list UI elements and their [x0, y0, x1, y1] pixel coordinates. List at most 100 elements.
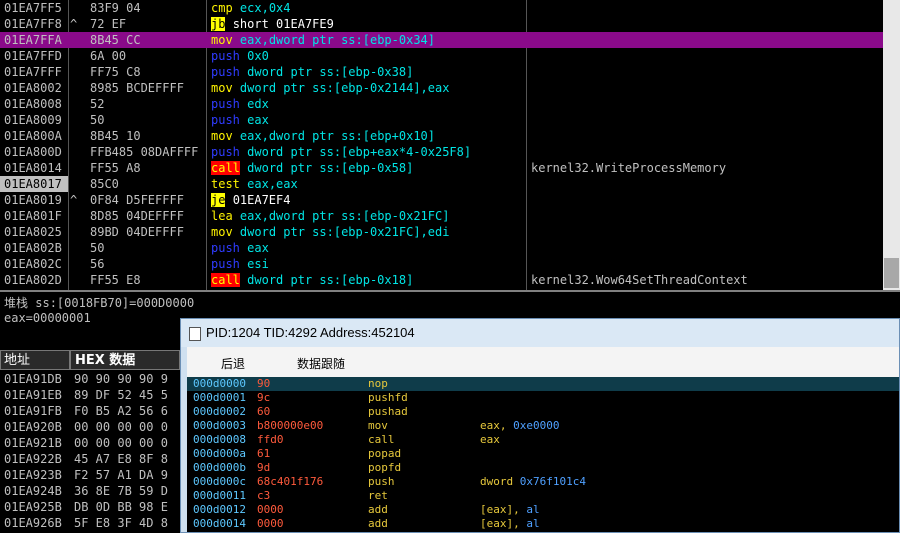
disasm-row[interactable]: 01EA7FF5 83F9 04 cmp ecx,0x4	[0, 0, 883, 16]
hex-data-column-header[interactable]: HEX 数据	[70, 350, 180, 370]
instruction-bytes: FF55 E8	[90, 273, 141, 287]
jump-arrow: ^	[70, 17, 78, 31]
disasm-row[interactable]: 01EA801F 8D85 04DEFFFF lea eax,dword ptr s…	[0, 208, 883, 224]
disasm-row[interactable]: 01EA8002 8985 BCDEFFFF mov dword ptr ss:[e…	[0, 80, 883, 96]
popup-disasm-row[interactable]: 000d000b 9d popfd	[187, 461, 899, 475]
instruction-operand: dword ptr ss:[ebp-0x58]	[247, 161, 414, 175]
instruction-operand: eax,dword ptr ss:[ebp+0x10]	[239, 129, 435, 143]
popup-row-operand-1: dword	[480, 475, 514, 488]
popup-row-bytes: 9c	[257, 391, 271, 404]
hex-address-column-header[interactable]: 地址	[0, 350, 70, 370]
hex-row-bytes: 00 00 00 00 0	[74, 420, 168, 434]
instruction-text: mov eax,dword ptr ss:[ebp+0x10]	[211, 128, 524, 144]
disasm-row[interactable]: 01EA8017 85C0 test eax,eax	[0, 176, 883, 192]
instruction-address: 01EA8008	[4, 97, 62, 111]
popup-row-operand-2: 0xe0000	[506, 419, 560, 432]
disasm-row[interactable]: 01EA8014 FF55 A8 call dword ptr ss:[ebp-0x…	[0, 160, 883, 176]
instruction-address: 01EA7FF5	[4, 1, 62, 15]
instruction-address: 01EA802C	[4, 257, 62, 271]
hex-dump-header: 地址 HEX 数据	[0, 350, 180, 370]
hex-row[interactable]: 01EA923B F2 57 A1 DA 9	[0, 467, 180, 483]
hex-row-address: 01EA920B	[4, 420, 62, 434]
disasm-row[interactable]: 01EA8009 50 push eax	[0, 112, 883, 128]
popup-disasm-row[interactable]: 000d000a 61 popad	[187, 447, 899, 461]
popup-row-operand-2: 0x76f101c4	[513, 475, 586, 488]
back-button[interactable]: 后退	[221, 355, 245, 372]
instruction-text: cmp ecx,0x4	[211, 0, 524, 16]
popup-disasm-row[interactable]: 000d0002 60 pushad	[187, 405, 899, 419]
disasm-row[interactable]: 01EA7FFA 8B45 CC mov eax,dword ptr ss:[ebp…	[0, 32, 883, 48]
popup-disasm-row[interactable]: 000d0014 0000 add [eax], al	[187, 517, 899, 531]
popup-row-operands: dword 0x76f101c4	[480, 475, 586, 489]
instruction-bytes: 6A 00	[90, 49, 127, 63]
hex-row-bytes: 45 A7 E8 8F 8	[74, 452, 168, 466]
instruction-comment: kernel32.WriteProcessMemory	[531, 161, 727, 175]
disasm-row[interactable]: 01EA802B 50 push eax	[0, 240, 883, 256]
popup-row-address: 000d0002	[193, 405, 246, 418]
hex-row[interactable]: 01EA91FB F0 B5 A2 56 6	[0, 403, 180, 419]
data-follow-button[interactable]: 数据跟随	[297, 355, 345, 372]
stack-label: 堆栈	[4, 296, 29, 310]
hex-row[interactable]: 01EA924B 36 8E 7B 59 D	[0, 483, 180, 499]
instruction-mnemonic: mov	[211, 129, 233, 143]
instruction-address: 01EA7FFD	[4, 49, 62, 63]
disasm-row[interactable]: 01EA802C 56 push esi	[0, 256, 883, 272]
hex-row[interactable]: 01EA925B DB 0D BB 98 E	[0, 499, 180, 515]
instruction-operand: eax,dword ptr ss:[ebp-0x34]	[239, 33, 435, 47]
popup-disassembly-list[interactable]: 000d0000 90 nop 000d0001 9c pushfd 000d0002 60 p…	[187, 377, 899, 532]
hex-dump-pane[interactable]: 01EA91DB 90 90 90 90 9 01EA91EB 89 DF 52 45…	[0, 371, 180, 533]
instruction-operand: 0x0	[247, 49, 269, 63]
popup-disasm-row[interactable]: 000d0012 0000 add [eax], al	[187, 503, 899, 517]
popup-row-address: 000d0011	[193, 489, 246, 502]
popup-disasm-row[interactable]: 000d0011 c3 ret	[187, 489, 899, 503]
popup-row-operands: eax, 0xe0000	[480, 419, 559, 433]
popup-disasm-row[interactable]: 000d0008 ffd0 call eax	[187, 433, 899, 447]
disasm-row[interactable]: 01EA7FF8 ^ 72 EF jb short 01EA7FE9	[0, 16, 883, 32]
hex-row[interactable]: 01EA922B 45 A7 E8 8F 8	[0, 451, 180, 467]
hex-row-bytes: 90 90 90 90 9	[74, 372, 168, 386]
disasm-row[interactable]: 01EA8008 52 push edx	[0, 96, 883, 112]
disasm-row[interactable]: 01EA7FFD 6A 00 push 0x0	[0, 48, 883, 64]
popup-disasm-row[interactable]: 000d0000 90 nop	[187, 377, 899, 391]
hex-row[interactable]: 01EA926B 5F E8 3F 4D 8	[0, 515, 180, 531]
instruction-mnemonic: lea	[211, 209, 233, 223]
disasm-row[interactable]: 01EA802D FF55 E8 call dword ptr ss:[ebp-0x…	[0, 272, 883, 288]
instruction-mnemonic: push	[211, 241, 240, 255]
instruction-text: mov eax,dword ptr ss:[ebp-0x34]	[211, 32, 524, 48]
eax-info-line: eax=00000001	[4, 311, 91, 325]
popup-disasm-row[interactable]: 000d0003 b800000e00 mov eax, 0xe0000	[187, 419, 899, 433]
instruction-address: 01EA802B	[4, 241, 62, 255]
instruction-address: 01EA800D	[4, 145, 62, 159]
hex-row[interactable]: 01EA91EB 89 DF 52 45 5	[0, 387, 180, 403]
instruction-text: mov dword ptr ss:[ebp-0x2144],eax	[211, 80, 524, 96]
disasm-row[interactable]: 01EA8019 ^ 0F84 D5FEFFFF je 01EA7EF4	[0, 192, 883, 208]
popup-row-mnemonic: push	[368, 475, 395, 488]
hex-row[interactable]: 01EA920B 00 00 00 00 0	[0, 419, 180, 435]
hex-row[interactable]: 01EA91DB 90 90 90 90 9	[0, 371, 180, 387]
scrollbar-thumb[interactable]	[884, 258, 899, 288]
popup-disasm-row[interactable]: 000d000c 68c401f176 push dword 0x76f101c4	[187, 475, 899, 489]
instruction-mnemonic: push	[211, 145, 240, 159]
instruction-mnemonic: test	[211, 177, 240, 191]
instruction-mnemonic: call	[211, 161, 240, 175]
popup-title-bar[interactable]: PID:1204 TID:4292 Address:452104	[181, 319, 899, 347]
disasm-row[interactable]: 01EA7FFF FF75 C8 push dword ptr ss:[ebp-0x…	[0, 64, 883, 80]
instruction-mnemonic: mov	[211, 81, 233, 95]
disasm-row[interactable]: 01EA8025 89BD 04DEFFFF mov dword ptr ss:[e…	[0, 224, 883, 240]
disasm-row[interactable]: 01EA800A 8B45 10 mov eax,dword ptr ss:[ebp…	[0, 128, 883, 144]
disassembly-pane[interactable]: 01EA7FF5 83F9 04 cmp ecx,0x4 01EA7FF8 ^ 72 EF…	[0, 0, 883, 290]
hex-row-address: 01EA924B	[4, 484, 62, 498]
disassembly-popup-window[interactable]: PID:1204 TID:4292 Address:452104 后退 数据跟随…	[180, 318, 900, 533]
popup-row-bytes: c3	[257, 489, 271, 502]
hex-row-bytes: F0 B5 A2 56 6	[74, 404, 168, 418]
popup-row-address: 000d0003	[193, 419, 246, 432]
popup-disasm-row[interactable]: 000d0001 9c pushfd	[187, 391, 899, 405]
hex-row[interactable]: 01EA921B 00 00 00 00 0	[0, 435, 180, 451]
instruction-operand: dword ptr ss:[ebp-0x21FC],edi	[239, 225, 450, 239]
instruction-text: push edx	[211, 96, 524, 112]
disassembly-scrollbar[interactable]	[883, 0, 900, 290]
instruction-text: mov dword ptr ss:[ebp-0x21FC],edi	[211, 224, 524, 240]
instruction-bytes: 8B45 10	[90, 129, 141, 143]
instruction-text: call dword ptr ss:[ebp-0x18]	[211, 272, 524, 288]
disasm-row[interactable]: 01EA800D FFB485 08DAFFFF push dword ptr ss…	[0, 144, 883, 160]
